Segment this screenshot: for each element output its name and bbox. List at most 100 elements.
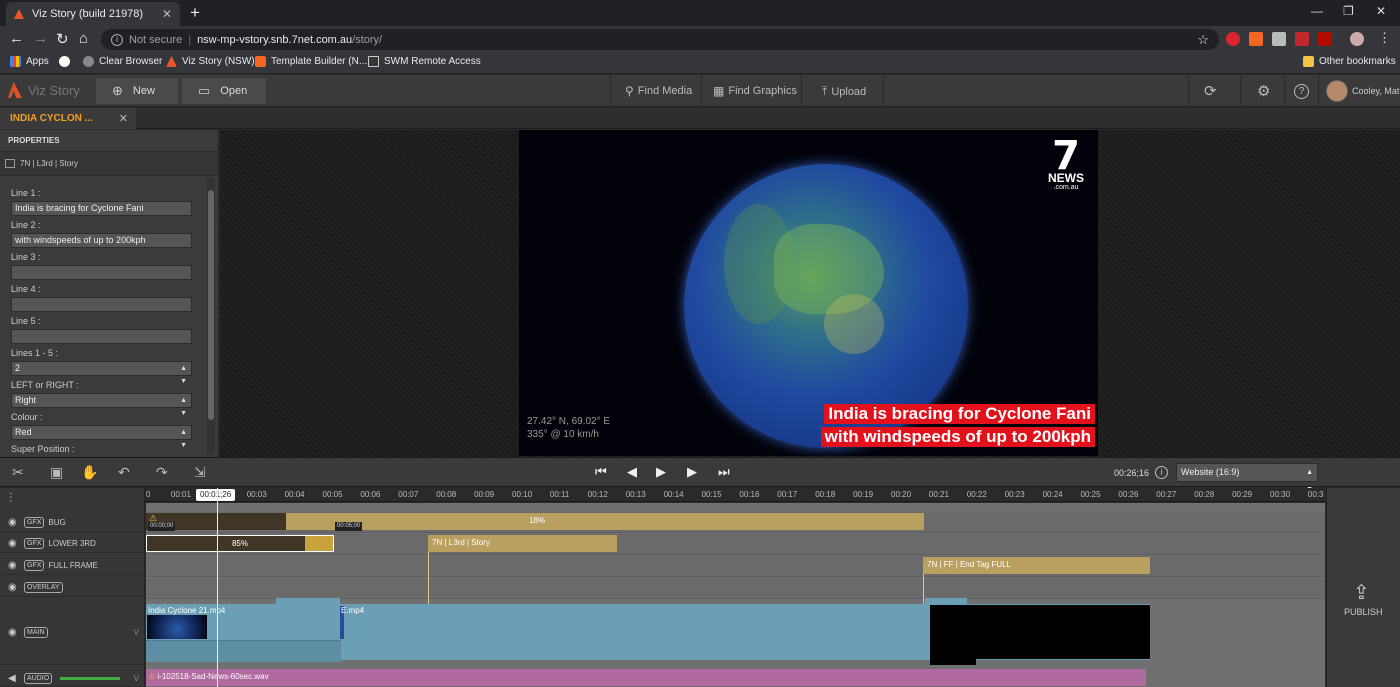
- bookmark-star-icon[interactable]: ☆: [1197, 32, 1209, 48]
- timeline-ruler[interactable]: 000:0100:0200:0300:0400:0500:0600:0700:0…: [145, 488, 1325, 502]
- eye-icon[interactable]: ◉: [8, 582, 19, 593]
- bug-progress-label: 18%: [528, 516, 545, 525]
- colour-select[interactable]: Red ▲ ▼: [11, 425, 192, 449]
- clip-label: 7N | L3rd | Story: [432, 538, 490, 547]
- step-forward-icon[interactable]: ▶: [687, 464, 697, 480]
- avatar[interactable]: [1326, 80, 1348, 102]
- pinterest-extension-icon[interactable]: [1226, 32, 1240, 46]
- line-4-input[interactable]: [11, 297, 192, 312]
- extension-icon[interactable]: [1272, 32, 1286, 46]
- user-name[interactable]: Cooley, Mat: [1352, 86, 1399, 96]
- audio-clip[interactable]: ⚠ i-102518-Sad-News-60sec.wav: [146, 669, 1146, 686]
- play-icon[interactable]: ▶: [656, 464, 666, 480]
- eye-icon[interactable]: ◉: [8, 560, 19, 571]
- fullframe-clip[interactable]: 7N | FF | End Tag FULL: [923, 557, 1150, 574]
- playhead[interactable]: [217, 488, 218, 687]
- minimize-icon[interactable]: —: [1311, 4, 1323, 18]
- bookmark-clear-browser[interactable]: Clear Browser: [83, 56, 162, 67]
- speaker-icon[interactable]: ◀: [8, 673, 19, 684]
- properties-scrollbar[interactable]: [207, 178, 215, 455]
- export-icon[interactable]: ⇲: [194, 464, 206, 481]
- line-2-input[interactable]: with windspeeds of up to 200kph: [11, 233, 192, 248]
- clip-thumbnail: [147, 615, 207, 639]
- forward-icon[interactable]: →: [33, 30, 48, 47]
- cyclone: [824, 294, 884, 354]
- format-select[interactable]: Website (16:9) ▲▼: [1176, 463, 1318, 493]
- skip-back-icon[interactable]: ⏮: [595, 464, 607, 480]
- new-tab-button[interactable]: +: [190, 3, 200, 23]
- browser-tab-bar: Viz Story (build 21978) ✕ + — ❐ ✕: [0, 0, 1400, 26]
- ruler-tick: 00:11: [549, 490, 570, 499]
- scissors-icon[interactable]: ✂: [12, 464, 24, 481]
- bookmark-swm-remote[interactable]: SWM Remote Access: [368, 56, 481, 67]
- undo-icon[interactable]: ↶: [118, 464, 130, 481]
- lower3rd-clip[interactable]: 7N | L3rd | Story: [428, 535, 617, 552]
- google-bookmark[interactable]: [59, 56, 75, 67]
- extension-icon[interactable]: [1249, 32, 1263, 46]
- bookmark-apps[interactable]: Apps: [10, 56, 49, 67]
- sync-icon[interactable]: ⟳: [1204, 82, 1217, 100]
- bookmark-template-builder[interactable]: Template Builder (N...: [255, 56, 367, 67]
- ruler-tick: 00:05: [322, 490, 343, 499]
- volume-icon[interactable]: V: [134, 628, 139, 637]
- extension-icon[interactable]: [1295, 32, 1309, 46]
- mixer-icon[interactable]: ⫶: [9, 490, 12, 506]
- line-2-field: Line 2 : with windspeeds of up to 200kph: [11, 220, 192, 248]
- ruler-tick: 00:12: [587, 490, 608, 499]
- close-tab-icon[interactable]: ✕: [162, 7, 172, 21]
- security-label: Not secure: [129, 33, 183, 46]
- playhead-timecode[interactable]: 00:01;26: [196, 489, 236, 501]
- profile-icon[interactable]: [1350, 32, 1364, 46]
- hand-icon[interactable]: ✋: [81, 464, 98, 481]
- eye-icon[interactable]: ◉: [8, 538, 19, 549]
- line-5-input[interactable]: [11, 329, 192, 344]
- ruler-tick: 00:27: [1156, 490, 1177, 499]
- plus-icon: ⊕: [112, 83, 123, 98]
- find-media-button[interactable]: ⚲ Find Media: [625, 84, 692, 98]
- redo-icon[interactable]: ↷: [156, 464, 168, 481]
- ruler-tick: 00:23: [1004, 490, 1025, 499]
- menu-icon[interactable]: ⋮: [1378, 30, 1391, 46]
- new-button[interactable]: ⊕ New: [96, 78, 178, 104]
- search-icon: ⚲: [625, 84, 634, 98]
- story-tab[interactable]: INDIA CYCLON ... ✕: [0, 108, 136, 129]
- help-icon[interactable]: ?: [1294, 84, 1309, 99]
- video-preview[interactable]: 7 NEWS .com.au 27.42° N, 69.02° E 335° @…: [519, 130, 1098, 456]
- eye-icon[interactable]: ◉: [8, 517, 19, 528]
- upload-button[interactable]: ⤒ Upload: [822, 84, 866, 99]
- restore-icon[interactable]: ❐: [1343, 4, 1354, 18]
- home-icon[interactable]: ⌂: [79, 30, 88, 47]
- window-close-icon[interactable]: ✕: [1376, 4, 1386, 18]
- eye-icon[interactable]: ◉: [8, 627, 19, 638]
- other-bookmarks[interactable]: Other bookmarks: [1303, 56, 1396, 67]
- template-icon: [5, 159, 15, 168]
- find-graphics-button[interactable]: ▦ Find Graphics: [713, 84, 797, 98]
- back-icon[interactable]: ←: [9, 30, 24, 47]
- gear-icon[interactable]: ⚙: [1257, 82, 1270, 100]
- step-back-icon[interactable]: ◀: [627, 464, 637, 480]
- grab-frame-icon[interactable]: ▣: [50, 464, 63, 481]
- bookmark-viz-story[interactable]: Viz Story (NSW): [166, 56, 255, 67]
- scrollbar-thumb[interactable]: [208, 190, 214, 420]
- pdf-extension-icon[interactable]: [1318, 32, 1332, 46]
- close-story-tab-icon[interactable]: ✕: [119, 112, 128, 125]
- line-1-input[interactable]: India is bracing for Cyclone Fani: [11, 201, 192, 216]
- format-value: Website (16:9): [1181, 467, 1240, 477]
- info-icon[interactable]: i: [111, 33, 123, 46]
- line-3-input[interactable]: [11, 265, 192, 280]
- left-right-select[interactable]: Right ▲ ▼: [11, 393, 192, 417]
- info-icon[interactable]: i: [1155, 466, 1168, 479]
- track-name: OVERLAY: [24, 582, 63, 593]
- open-button[interactable]: ▭ Open: [182, 78, 266, 104]
- skip-forward-icon[interactable]: ⏭: [718, 464, 730, 480]
- address-bar[interactable]: i Not secure | nsw-mp-vstory.snb.7net.co…: [101, 29, 1219, 50]
- publish-panel[interactable]: ⇪ PUBLISH: [1326, 488, 1400, 687]
- ruler-tick: 00:18: [815, 490, 836, 499]
- coords-line: 27.42° N, 69.02° E: [527, 416, 611, 427]
- lower3rd-progress-clip[interactable]: 85%: [146, 535, 334, 552]
- reload-icon[interactable]: ↻: [56, 30, 69, 48]
- lines-count-select[interactable]: 2 ▲ ▼: [11, 361, 192, 385]
- volume-icon[interactable]: V: [134, 674, 139, 683]
- browser-tab[interactable]: Viz Story (build 21978) ✕: [6, 2, 180, 26]
- black-clip[interactable]: [930, 605, 1150, 659]
